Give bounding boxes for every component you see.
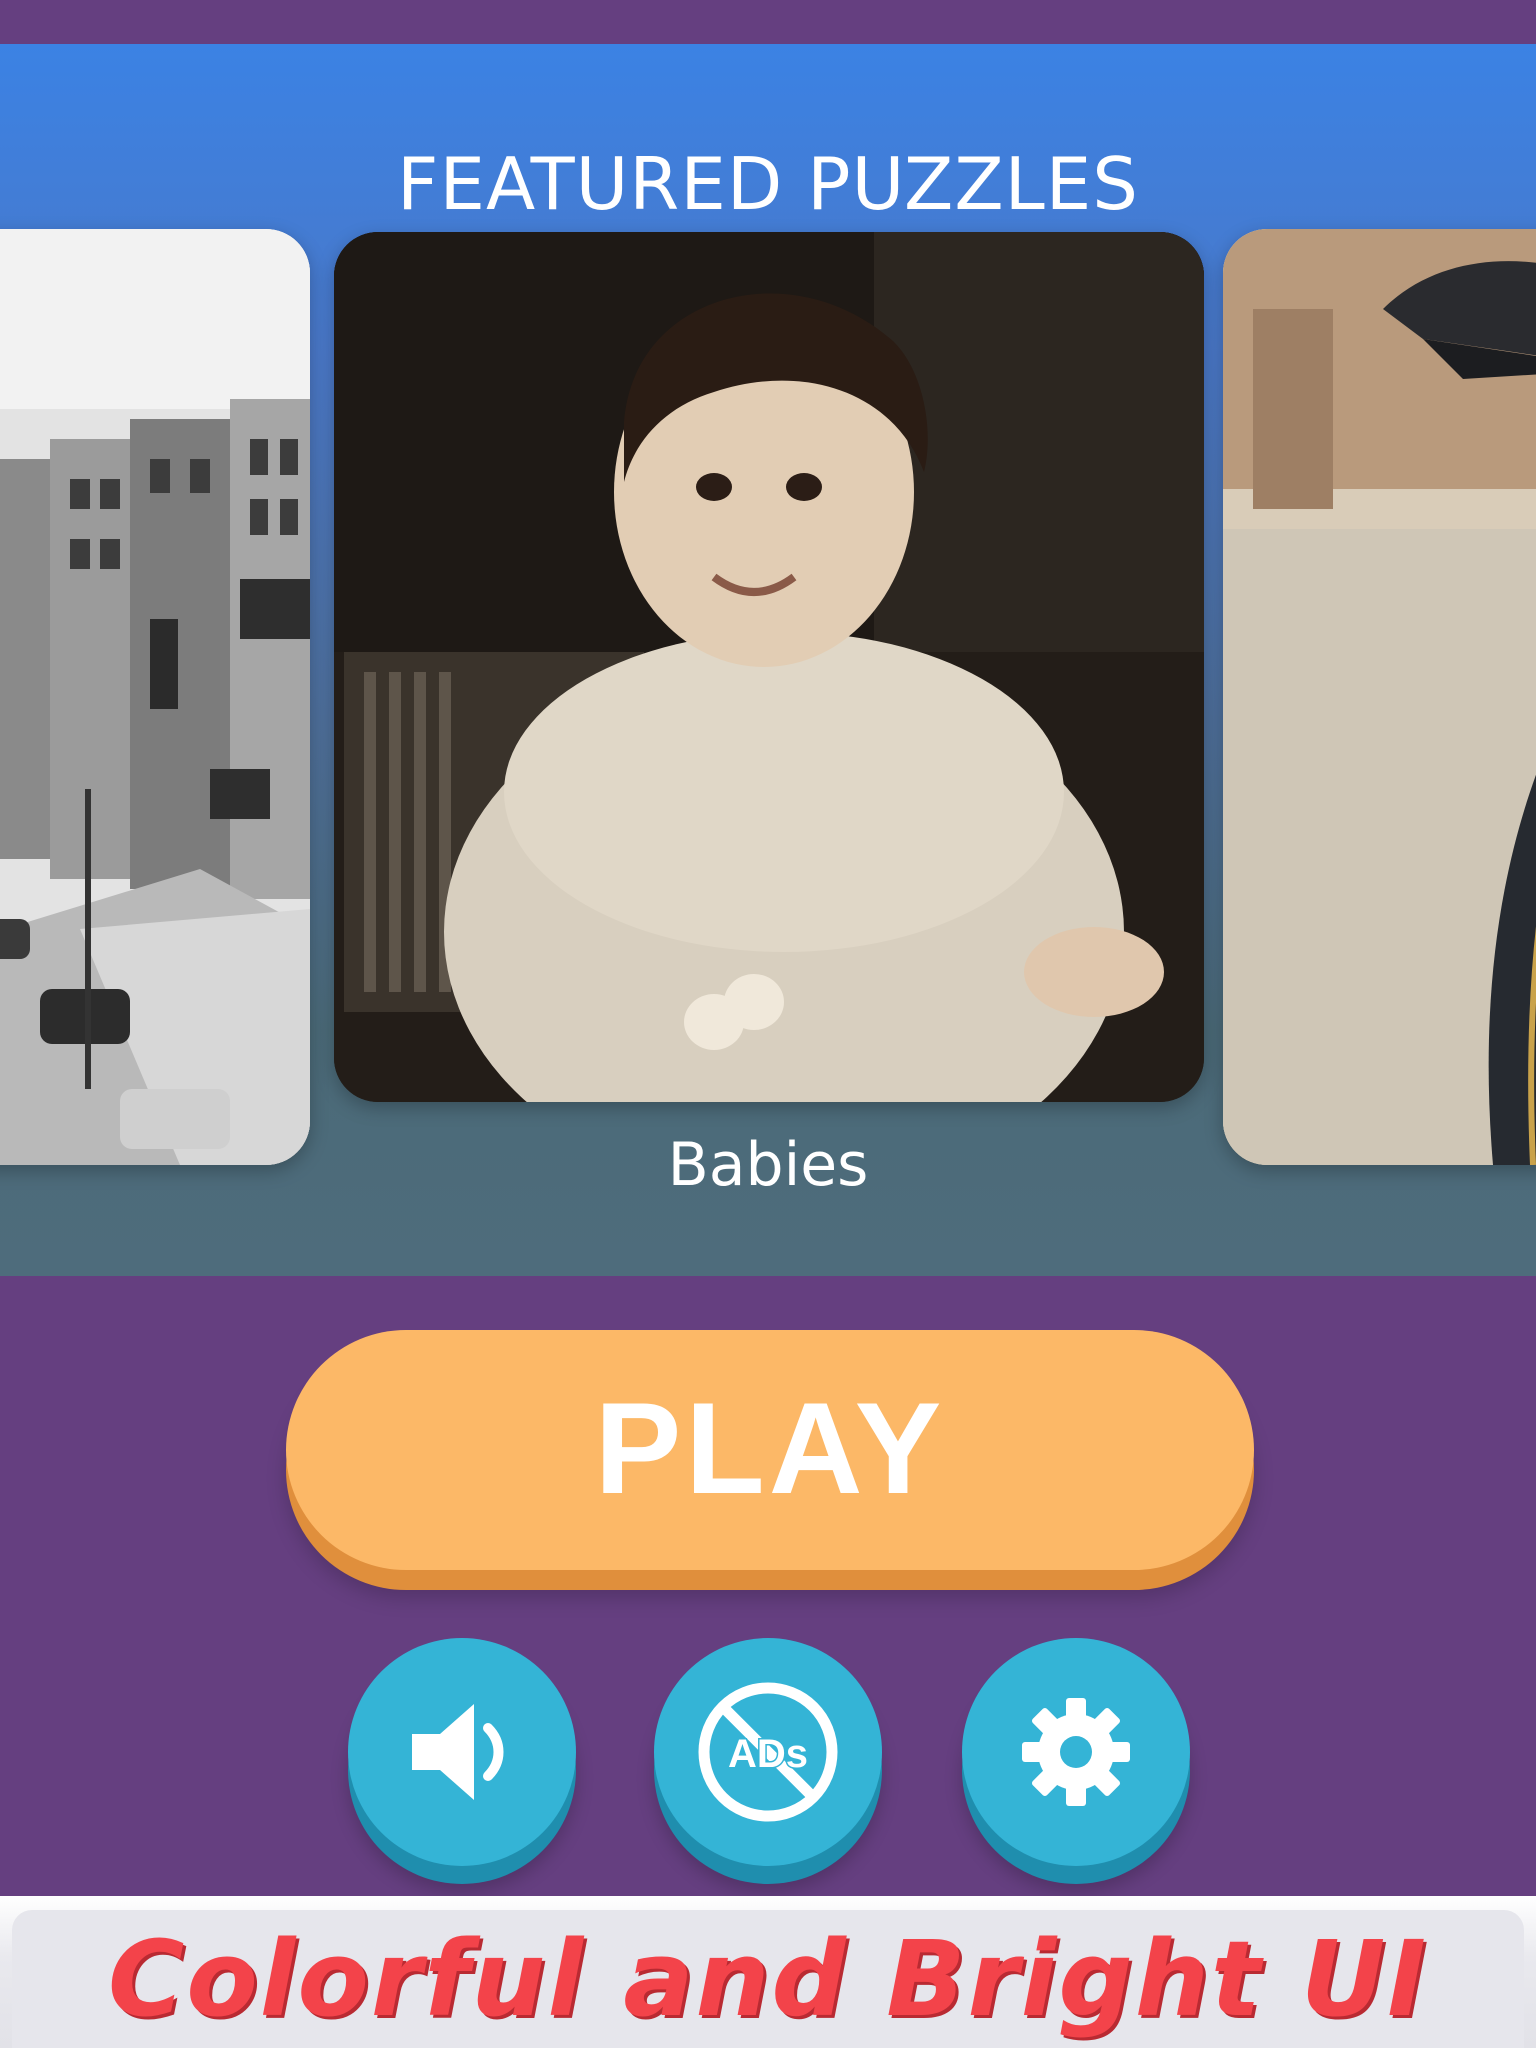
no-ads-icon: ADs bbox=[698, 1682, 838, 1822]
sound-button[interactable] bbox=[348, 1638, 576, 1866]
play-button[interactable]: PLAY bbox=[286, 1330, 1254, 1570]
settings-button[interactable] bbox=[962, 1638, 1190, 1866]
featured-card-caption: Babies bbox=[667, 1130, 869, 1200]
city-street-photo bbox=[0, 229, 310, 1165]
puzzle-card-car[interactable] bbox=[1223, 229, 1536, 1165]
remove-ads-button[interactable]: ADs bbox=[654, 1638, 882, 1866]
ads-text: ADs bbox=[728, 1732, 808, 1776]
car-photo bbox=[1223, 229, 1536, 1165]
promo-text: Colorful and Bright UI bbox=[108, 1918, 1428, 2040]
play-button-label: PLAY bbox=[594, 1375, 946, 1521]
puzzle-card-babies[interactable] bbox=[334, 232, 1204, 1102]
speaker-icon bbox=[412, 1704, 504, 1800]
baby-photo bbox=[334, 232, 1204, 1102]
featured-puzzles-panel: FEATURED PUZZLES Babies bbox=[0, 44, 1536, 1276]
featured-puzzles-title: FEATURED PUZZLES bbox=[397, 142, 1139, 226]
promo-banner: Colorful and Bright UI bbox=[0, 1896, 1536, 2048]
gear-icon bbox=[1022, 1698, 1130, 1806]
puzzle-card-city-street[interactable] bbox=[0, 229, 310, 1165]
